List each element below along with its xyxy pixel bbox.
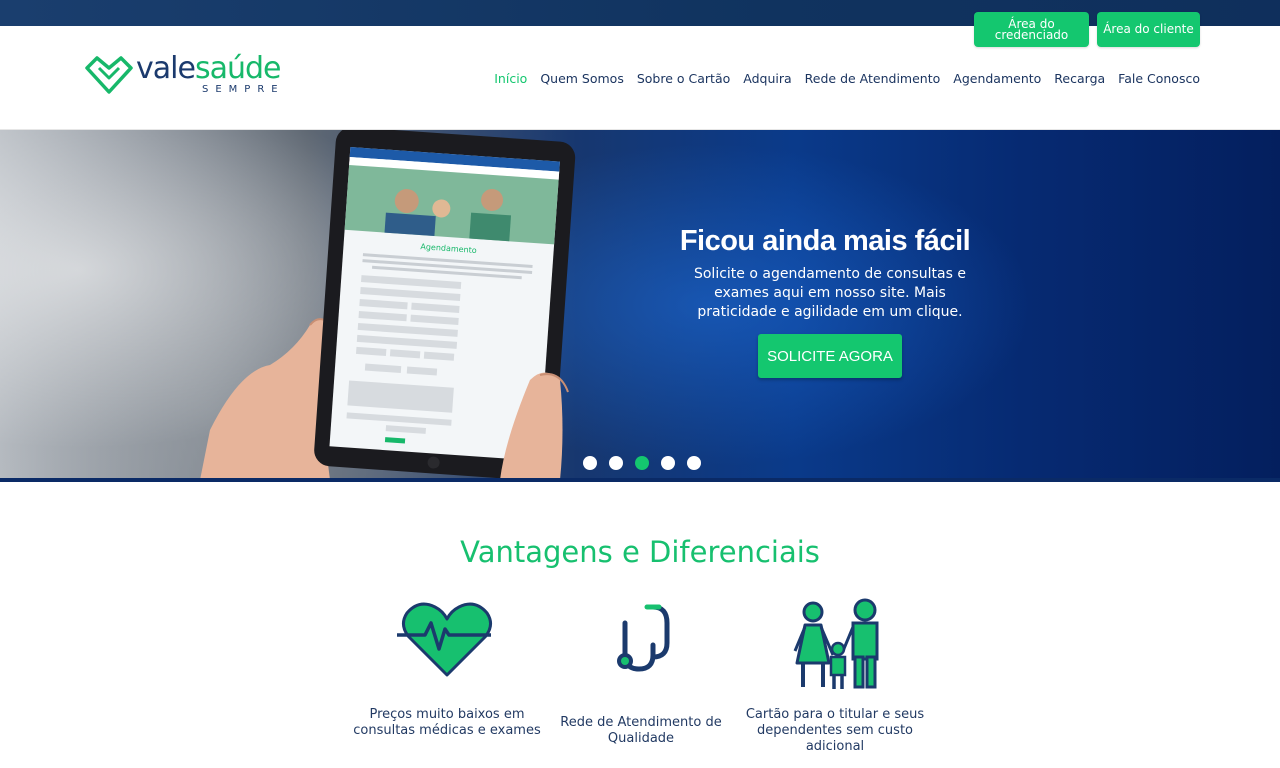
nav-adquira[interactable]: Adquira: [743, 71, 791, 86]
feature-precos: Preços muito baixos em consultas médicas…: [352, 595, 542, 738]
nav-sobre-o-cartao[interactable]: Sobre o Cartão: [637, 71, 730, 86]
nav-agendamento[interactable]: Agendamento: [953, 71, 1041, 86]
feature-rede: Rede de Atendimento de Qualidade: [546, 595, 736, 746]
hero-bottom-border: [0, 478, 1280, 482]
feature-text: Preços muito baixos em consultas médicas…: [353, 707, 541, 738]
feature-dependentes: Cartão para o titular e seus dependentes…: [740, 595, 930, 754]
area-cliente-button[interactable]: Área do cliente: [1097, 12, 1200, 47]
solicite-agora-button[interactable]: SOLICITE AGORA: [758, 334, 902, 378]
site-header: Área do credenciado Área do cliente vale…: [0, 12, 1280, 130]
nav-rede-de-atendimento[interactable]: Rede de Atendimento: [805, 71, 941, 86]
hero-description: Solicite o agendamento de consultas e ex…: [693, 266, 966, 320]
slider-dot-4[interactable]: [661, 456, 675, 470]
tablet-hands-image: Agendamento: [200, 130, 576, 480]
logo-subtitle: SEMPRE: [202, 84, 285, 95]
feature-text: Rede de Atendimento de Qualidade: [560, 715, 722, 746]
slider-dot-1[interactable]: [583, 456, 597, 470]
hero-slider: Agendamento Ficou ainda mais fácil Solic…: [0, 130, 1280, 480]
logo[interactable]: valesaúde SEMPRE: [85, 52, 315, 100]
slider-dot-5[interactable]: [687, 456, 701, 470]
heart-logo-icon: [85, 56, 133, 94]
stethoscope-icon: [617, 604, 670, 672]
logo-wordmark: valesaúde: [136, 51, 281, 86]
slider-dot-2[interactable]: [609, 456, 623, 470]
heart-pulse-icon: [397, 602, 492, 677]
slider-dot-3[interactable]: [635, 456, 649, 470]
main-nav: Início Quem Somos Sobre o Cartão Adquira…: [494, 71, 1200, 86]
slider-dots: [583, 456, 701, 470]
family-icon: [793, 598, 879, 689]
feature-text: Cartão para o titular e seus dependentes…: [745, 707, 925, 754]
nav-recarga[interactable]: Recarga: [1054, 71, 1105, 86]
section-title: Vantagens e Diferenciais: [460, 535, 820, 569]
hero-title: Ficou ainda mais fácil: [679, 225, 971, 257]
nav-fale-conosco[interactable]: Fale Conosco: [1118, 71, 1200, 86]
area-credenciado-button[interactable]: Área do credenciado: [974, 12, 1089, 47]
nav-quem-somos[interactable]: Quem Somos: [540, 71, 624, 86]
nav-inicio[interactable]: Início: [494, 71, 527, 86]
